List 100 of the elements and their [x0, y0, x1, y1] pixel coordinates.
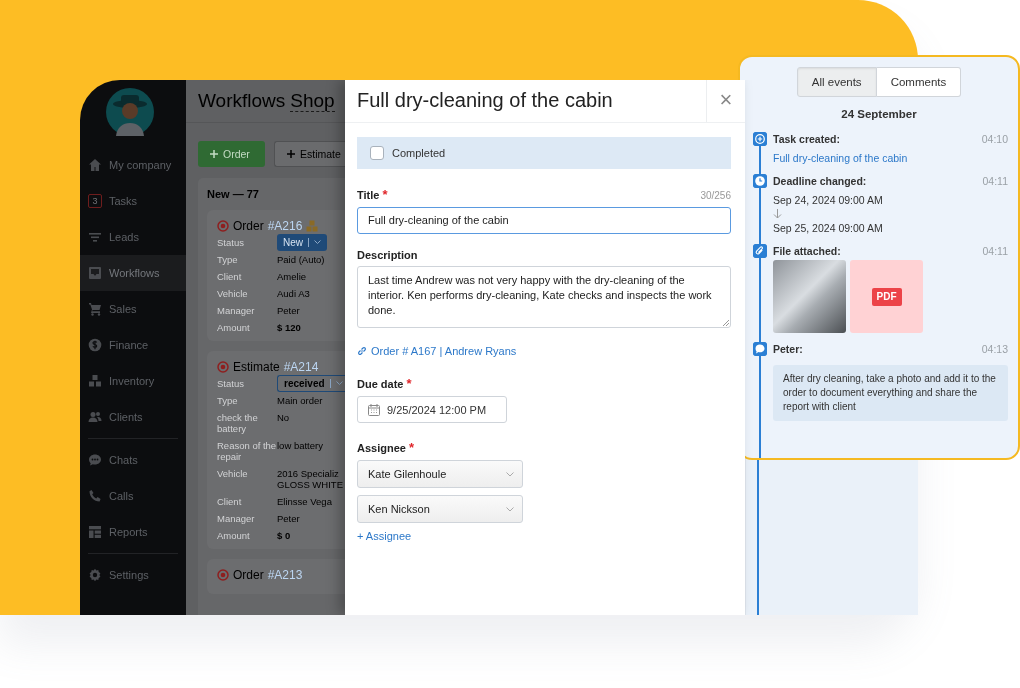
- sidebar-item[interactable]: Clients: [80, 399, 186, 435]
- field-value: Main order: [277, 395, 324, 406]
- card-type: Estimate: [233, 360, 280, 374]
- home-icon: [88, 158, 102, 172]
- description-input[interactable]: Last time Andrew was not very happy with the dry-cleaning of the interior. Ken performs dry-cleaning, Kate checks and inspects the work done.: [357, 266, 731, 328]
- order-link[interactable]: #A213: [267, 568, 303, 582]
- checkbox-label: Completed: [392, 147, 446, 159]
- people-icon: [88, 410, 102, 424]
- sidebar-item[interactable]: Leads: [80, 219, 186, 255]
- resize-grip-icon: [723, 320, 729, 326]
- checkbox[interactable]: [370, 146, 384, 160]
- required-mark: *: [408, 440, 414, 455]
- task-link[interactable]: Full dry-cleaning of the cabin: [773, 152, 908, 164]
- plus-icon: [210, 150, 218, 158]
- dollar-icon: [88, 338, 102, 352]
- column-title: New — 77: [207, 188, 260, 200]
- field-label: Due date: [357, 378, 404, 390]
- event-time: 04:11: [982, 174, 1008, 188]
- field-value: low battery: [277, 440, 324, 453]
- status-dropdown[interactable]: New: [277, 234, 327, 251]
- field-label: Vehicle: [217, 468, 249, 481]
- add-estimate-button[interactable]: Estimate: [274, 141, 345, 167]
- field-label: Manager: [217, 513, 256, 524]
- target-icon: [217, 569, 229, 581]
- sidebar-item[interactable]: Sales: [80, 291, 186, 327]
- field-label: Client: [217, 271, 243, 282]
- required-mark: *: [406, 376, 412, 391]
- plus-icon: [287, 150, 295, 158]
- field-label: Reason of the repair: [217, 440, 277, 462]
- tray-icon: [88, 266, 102, 280]
- field-label: Type: [217, 395, 239, 406]
- card-type: Order: [233, 219, 264, 233]
- comment-bubble: After dry cleaning, take a photo and add it to the order to document everything and share the report with client: [773, 365, 1008, 421]
- grid-icon: [88, 525, 102, 539]
- field-label: check the battery: [217, 412, 259, 434]
- field-label: Vehicle: [217, 288, 249, 299]
- chevron-icon: [506, 506, 514, 512]
- event-title: Deadline changed:: [773, 174, 868, 188]
- new-date: Sep 25, 2024 09:00 AM: [773, 221, 884, 235]
- required-mark: *: [382, 187, 388, 202]
- pdf-thumbnail[interactable]: PDF: [850, 260, 923, 333]
- link-icon: [357, 346, 367, 356]
- order-link[interactable]: Order # A167 | Andrew Ryans: [357, 345, 731, 357]
- events-tab[interactable]: All events: [796, 67, 877, 97]
- phone-icon: [88, 489, 102, 503]
- field-label: Status: [217, 237, 245, 248]
- date-input[interactable]: 9/25/2024 12:00 PM: [357, 396, 507, 423]
- event-time: 04:13: [981, 342, 1008, 356]
- store-selector[interactable]: Shop: [290, 90, 335, 112]
- field-value: $ 0: [277, 530, 292, 541]
- caret-icon: [335, 381, 343, 386]
- date-heading: 24 September: [840, 108, 918, 120]
- field-value: Paid (Auto): [277, 254, 326, 265]
- assignee-dropdown[interactable]: Ken Nickson: [357, 495, 523, 523]
- field-label: Status: [217, 378, 245, 389]
- avatar: [106, 88, 154, 136]
- sidebar-item[interactable]: Inventory: [80, 363, 186, 399]
- field-label: Assignee: [357, 442, 406, 454]
- field-value: Peter: [277, 513, 301, 524]
- add-assignee-link[interactable]: + Assignee: [357, 530, 412, 542]
- field-label: Title: [357, 189, 380, 201]
- card-type: Order: [233, 568, 264, 582]
- add-order-button[interactable]: Order: [198, 141, 265, 167]
- title-input[interactable]: Full dry-cleaning of the cabin: [357, 207, 731, 234]
- settings-icon: [88, 568, 102, 582]
- order-link[interactable]: #A216: [267, 219, 303, 233]
- page-title: Workflows: [198, 90, 286, 112]
- assignee-dropdown[interactable]: Kate Gilenhoule: [357, 460, 523, 488]
- chevron-icon: [506, 471, 514, 477]
- field-label: Amount: [217, 322, 251, 333]
- event-title: File attached:: [773, 244, 842, 258]
- field-value: Peter: [277, 305, 301, 316]
- sidebar-item[interactable]: Settings: [80, 557, 186, 593]
- caret-icon: [314, 240, 321, 245]
- field-label: Amount: [217, 530, 251, 541]
- sidebar-item[interactable]: My company: [80, 147, 186, 183]
- sidebar-item[interactable]: Workflows: [80, 255, 186, 291]
- field-value: Amelie: [277, 271, 308, 282]
- boxes-icon: [88, 374, 102, 388]
- sidebar-item[interactable]: Calls: [80, 478, 186, 514]
- count-badge: 3: [88, 194, 102, 208]
- sidebar-item[interactable]: 3 Tasks: [80, 183, 186, 219]
- field-value: Audi A3: [277, 288, 311, 299]
- event-title: Task created:: [773, 132, 841, 146]
- target-icon: [217, 361, 229, 373]
- events-tab[interactable]: Comments: [876, 67, 962, 97]
- field-value: Elinsse Vega: [277, 496, 333, 507]
- calendar-icon: [368, 403, 380, 416]
- field-label: Client: [217, 496, 243, 507]
- file-type-label: PDF: [871, 287, 902, 306]
- status-dropdown[interactable]: received: [277, 375, 345, 392]
- filter-icon: [88, 230, 102, 244]
- order-link[interactable]: #A214: [283, 360, 319, 374]
- sidebar-item[interactable]: Chats: [80, 442, 186, 478]
- field-value: $ 120: [277, 322, 302, 333]
- field-label: Type: [217, 254, 239, 265]
- event-title: Peter:: [773, 342, 804, 356]
- sidebar-item[interactable]: Reports: [80, 514, 186, 550]
- cart-icon: [88, 302, 102, 316]
- sidebar-item[interactable]: Finance: [80, 327, 186, 363]
